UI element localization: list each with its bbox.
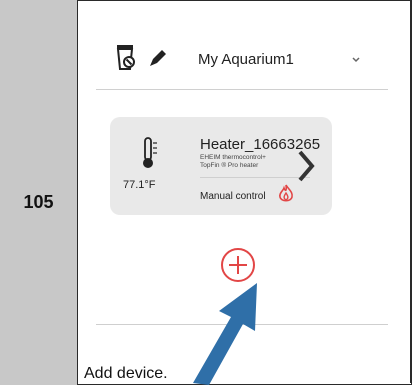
thermometer-icon: [143, 137, 157, 168]
chevron-right-icon[interactable]: [292, 144, 320, 188]
toolbar-divider: [96, 89, 388, 90]
temperature-value: 77.1°F: [123, 179, 156, 191]
plus-icon-horizontal: [229, 264, 247, 266]
pointer-arrow: [193, 283, 257, 385]
chevron-down-icon[interactable]: [350, 53, 362, 65]
pencil-icon[interactable]: [147, 47, 169, 69]
add-device-button[interactable]: [221, 248, 255, 282]
aquarium-toolbar: My Aquarium1: [95, 35, 385, 83]
step-number: 105: [23, 192, 54, 212]
aquarium-name[interactable]: My Aquarium1: [198, 51, 294, 68]
step-column: 105: [0, 0, 78, 385]
device-card-heater[interactable]: 77.1°F Heater_16663265 EHEIM thermocontr…: [110, 117, 332, 215]
device-description-line2: TopFin ® Pro heater: [200, 162, 259, 169]
step-caption: Add device.: [84, 365, 168, 382]
trash-icon[interactable]: [113, 43, 137, 71]
device-description-line1: EHEIM thermocontrol+: [200, 154, 266, 161]
control-mode-label: Manual control: [200, 191, 266, 202]
